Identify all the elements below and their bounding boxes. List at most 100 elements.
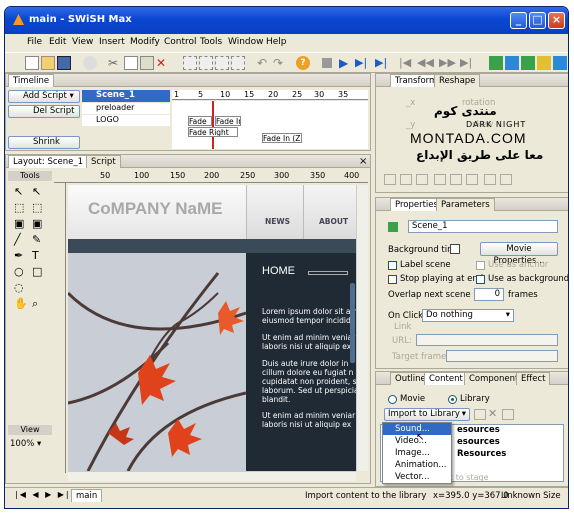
scene-nav-arrows[interactable]: |◀ ◀ ▶ ▶| <box>15 490 71 499</box>
menu-help[interactable]: Help <box>266 37 287 47</box>
timeline-event[interactable]: Fade In <box>215 116 241 126</box>
hand-tool-icon[interactable]: ✋ <box>14 297 28 310</box>
tab-script[interactable]: Script <box>86 155 121 168</box>
menu-insert[interactable]: Insert <box>99 37 125 47</box>
close-button[interactable]: × <box>548 12 565 29</box>
menu-file[interactable]: File <box>27 37 42 47</box>
playhead[interactable] <box>212 101 214 149</box>
align-center-icon[interactable] <box>400 174 412 185</box>
tab-parameters[interactable]: Parameters <box>436 198 495 211</box>
export-swf-icon[interactable] <box>489 56 503 70</box>
motion-path-tool-icon[interactable]: ⬚ <box>32 201 42 214</box>
export-avi-icon[interactable] <box>521 56 535 70</box>
open-icon[interactable] <box>41 56 55 70</box>
library-radio[interactable] <box>448 395 457 404</box>
tab-layout[interactable]: Layout: Scene_1 <box>8 155 89 168</box>
zoom-select[interactable]: 100% ▾ <box>10 439 41 449</box>
pencil-tool-icon[interactable]: ✎ <box>32 233 41 246</box>
help-icon[interactable]: ? <box>296 56 310 70</box>
undo-icon[interactable]: ↶ <box>257 56 271 70</box>
tab-content[interactable]: Content <box>424 372 468 385</box>
timeline-event[interactable]: Fade Right <box>188 127 238 137</box>
save-icon[interactable] <box>57 56 71 70</box>
rectangle-tool-icon[interactable]: □ <box>32 265 42 278</box>
shrink-button[interactable]: Shrink <box>8 136 80 149</box>
menu-item-vector[interactable]: Vector... <box>383 471 451 483</box>
library-delete-icon[interactable]: ✕ <box>488 407 497 420</box>
pen-tool-icon[interactable]: ✒ <box>14 249 23 262</box>
match-size-icon[interactable] <box>500 174 512 185</box>
panel-close-icon[interactable]: × <box>359 156 367 167</box>
tree-item[interactable]: esources <box>457 437 500 447</box>
site-scrollbar[interactable] <box>350 283 355 363</box>
effect-icon-4[interactable] <box>231 56 245 70</box>
scene-name-field[interactable]: Scene_1 <box>408 220 558 233</box>
play-icon[interactable]: ▶ <box>339 56 353 70</box>
layer-row-logo[interactable]: LOGO <box>82 115 170 126</box>
line-tool-icon[interactable]: ╱ <box>14 233 21 246</box>
use-as-background-checkbox[interactable] <box>476 275 485 284</box>
menu-modify[interactable]: Modify <box>130 37 160 47</box>
layer-row-preloader[interactable]: preloader <box>82 103 170 114</box>
label-scene-checkbox[interactable] <box>388 261 397 270</box>
next-frame-icon[interactable]: ▶▶ <box>439 56 456 70</box>
timeline-event[interactable]: Fade In (Z) <box>262 133 302 143</box>
subselect-tool-icon[interactable]: ↖ <box>32 185 41 198</box>
menu-item-animation[interactable]: Animation... <box>383 459 451 471</box>
add-script-button[interactable]: Add Script ▾ <box>8 90 80 103</box>
tree-item[interactable]: esources <box>457 425 500 435</box>
library-grid-icon[interactable] <box>474 409 486 420</box>
stage-canvas[interactable]: CoMPANY NaME NEWS ABOUT HOME Lorem ipsum… <box>68 185 356 471</box>
prev-frame-icon[interactable]: ◀◀ <box>417 56 434 70</box>
bg-tint-swatch[interactable] <box>450 244 460 254</box>
align-right-icon[interactable] <box>416 174 428 185</box>
effect-icon-2[interactable] <box>199 56 213 70</box>
align-middle-icon[interactable] <box>450 174 462 185</box>
menu-tools[interactable]: Tools <box>200 37 222 47</box>
minimize-button[interactable]: _ <box>510 12 527 29</box>
target-frame-select[interactable] <box>446 350 558 362</box>
export-gif-icon[interactable] <box>537 56 551 70</box>
ellipse-tool-icon[interactable]: ○ <box>14 265 24 278</box>
redo-icon[interactable]: ↷ <box>273 56 287 70</box>
cut-icon[interactable]: ✂ <box>108 56 122 70</box>
scene-row[interactable]: Scene_1 <box>82 90 170 102</box>
tab-effect[interactable]: Effect <box>516 372 551 385</box>
url-field[interactable] <box>416 334 558 346</box>
maximize-button[interactable]: □ <box>529 12 546 29</box>
timeline-event[interactable]: Fade In <box>188 116 212 135</box>
first-frame-icon[interactable]: |◀ <box>399 56 413 70</box>
vertical-scrollbar[interactable] <box>356 185 368 471</box>
play-scene-icon[interactable]: ▶| <box>355 56 369 70</box>
menu-item-image[interactable]: Image... <box>383 447 451 459</box>
tab-timeline[interactable]: Timeline <box>8 74 55 87</box>
autoshape-tool-icon[interactable]: ◌ <box>14 281 24 294</box>
export-html-icon[interactable] <box>505 56 519 70</box>
fill-tool-icon[interactable]: ▣ <box>14 217 24 230</box>
import-to-library-button[interactable]: Import to Library ▾ <box>384 408 470 421</box>
movie-radio[interactable] <box>388 395 397 404</box>
stop-playing-checkbox[interactable] <box>388 275 397 284</box>
text-tool-icon[interactable]: T <box>32 249 39 262</box>
effect-icon-1[interactable] <box>183 56 197 70</box>
select-tool-icon[interactable]: ↖ <box>14 185 23 198</box>
movie-properties-button[interactable]: Movie Properties... <box>480 242 558 266</box>
effect-icon-3[interactable] <box>215 56 229 70</box>
stop-icon[interactable] <box>322 58 332 68</box>
tree-item[interactable]: Resources <box>457 449 506 459</box>
overlap-field[interactable]: 0 <box>474 288 504 301</box>
zoom-tool-icon[interactable]: ⌕ <box>32 297 38 311</box>
menu-edit[interactable]: Edit <box>49 37 66 47</box>
new-icon[interactable] <box>25 56 39 70</box>
last-frame-icon[interactable]: ▶| <box>460 56 474 70</box>
distribute-icon[interactable] <box>484 174 496 185</box>
align-left-icon[interactable] <box>384 174 396 185</box>
align-top-icon[interactable] <box>434 174 446 185</box>
menu-control[interactable]: Control <box>164 37 197 47</box>
delete-icon[interactable]: ✕ <box>156 56 170 70</box>
horizontal-scrollbar[interactable] <box>68 471 356 481</box>
play-effect-icon[interactable]: ▶| <box>375 56 389 70</box>
reshape-tool-icon[interactable]: ▣ <box>32 217 42 230</box>
copy-icon[interactable] <box>124 56 138 70</box>
align-bottom-icon[interactable] <box>466 174 478 185</box>
